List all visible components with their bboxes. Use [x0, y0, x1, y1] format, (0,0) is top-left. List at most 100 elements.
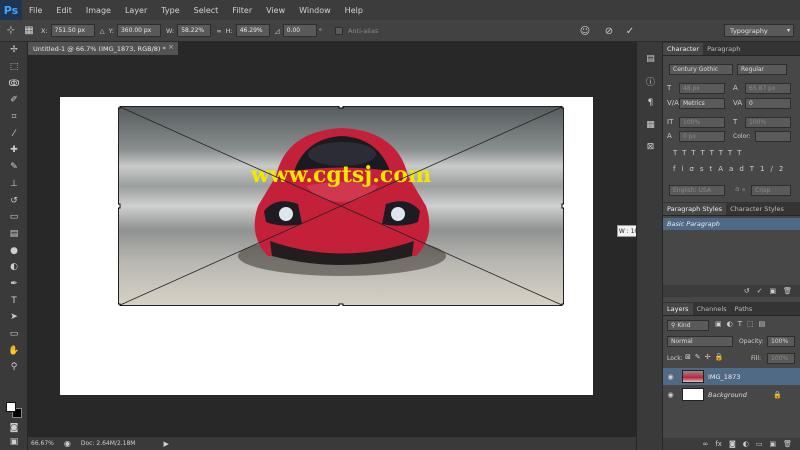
- baseline-shift-field[interactable]: 0 px: [679, 131, 725, 142]
- width-scale-field[interactable]: 58.22%: [177, 24, 212, 37]
- transform-tool-icon[interactable]: ⊹: [4, 24, 18, 38]
- tab-layers[interactable]: Layers: [663, 303, 693, 315]
- menu-file[interactable]: File: [22, 6, 49, 15]
- dodge-tool-icon[interactable]: ◐: [0, 259, 28, 276]
- lasso-tool-icon[interactable]: ↂ: [0, 75, 28, 92]
- brushes-panel-icon[interactable]: ▦: [637, 114, 664, 136]
- layer-filter-dropdown[interactable]: ⚲ Kind: [667, 320, 709, 331]
- new-layer-icon[interactable]: ▣: [769, 440, 776, 448]
- tab-character[interactable]: Character: [663, 43, 704, 55]
- menu-image[interactable]: Image: [79, 6, 118, 15]
- x-position-field[interactable]: 751.50 px: [50, 24, 95, 37]
- eye-icon[interactable]: ◉: [663, 373, 678, 381]
- eyedropper-tool-icon[interactable]: ⁄: [0, 125, 28, 142]
- menu-edit[interactable]: Edit: [49, 6, 79, 15]
- faux-style-buttons-icon[interactable]: TTTTTTTT: [673, 149, 746, 157]
- link-xy-icon[interactable]: △: [100, 27, 105, 35]
- path-select-tool-icon[interactable]: ➤: [0, 309, 28, 326]
- height-scale-field[interactable]: 46.29%: [235, 24, 270, 37]
- screen-mode-icon[interactable]: ▣: [0, 434, 28, 450]
- kerning-dropdown[interactable]: Metrics: [679, 98, 725, 109]
- canvas-area[interactable]: www.cgtsj.com W : 1073 px: [28, 55, 657, 436]
- healing-brush-tool-icon[interactable]: ✚: [0, 142, 28, 159]
- menu-window[interactable]: Window: [292, 6, 338, 15]
- info-panel-icon[interactable]: ⓘ: [637, 70, 664, 92]
- redefine-style-icon[interactable]: ✓: [757, 287, 763, 295]
- status-menu-arrow-icon[interactable]: ▶: [164, 440, 169, 448]
- tab-paragraph-styles[interactable]: Paragraph Styles: [663, 203, 727, 215]
- font-style-dropdown[interactable]: Regular: [737, 64, 787, 75]
- new-style-icon[interactable]: ▣: [769, 287, 776, 295]
- puppet-warp-icon[interactable]: ☺: [578, 24, 592, 38]
- menu-help[interactable]: Help: [338, 6, 370, 15]
- horizontal-scale-field[interactable]: 100%: [745, 117, 791, 128]
- tab-paragraph[interactable]: Paragraph: [703, 43, 744, 55]
- brush-tool-icon[interactable]: ✎: [0, 159, 28, 176]
- cancel-transform-icon[interactable]: ⊘: [602, 24, 616, 38]
- menu-filter[interactable]: Filter: [225, 6, 259, 15]
- eye-icon[interactable]: ◉: [663, 391, 678, 399]
- layer-row-background[interactable]: ◉ Background 🔒: [663, 386, 800, 403]
- link-wh-icon[interactable]: ∞: [216, 27, 221, 35]
- blur-tool-icon[interactable]: ●: [0, 242, 28, 259]
- layer-filter-type-icons[interactable]: ▣◐T⬚▤: [715, 320, 770, 328]
- text-color-swatch[interactable]: [755, 131, 791, 142]
- shape-tool-icon[interactable]: ▭: [0, 326, 28, 343]
- delete-style-icon[interactable]: 🗑: [783, 287, 792, 295]
- opacity-field[interactable]: 100%: [767, 336, 795, 347]
- tab-character-styles[interactable]: Character Styles: [726, 203, 788, 215]
- new-group-icon[interactable]: ▭: [756, 440, 763, 448]
- zoom-level[interactable]: 66.67%: [31, 440, 54, 447]
- gradient-tool-icon[interactable]: ▤: [0, 226, 28, 243]
- document-tab[interactable]: Untitled-1 @ 66.7% (IMG_1873, RGB/8) * ×: [28, 42, 178, 55]
- close-icon[interactable]: ×: [168, 43, 174, 51]
- opentype-buttons-icon[interactable]: fiσstAadT1/2: [673, 165, 789, 173]
- menu-type[interactable]: Type: [154, 6, 186, 15]
- link-layers-icon[interactable]: ∞: [703, 440, 709, 448]
- workspace-dropdown[interactable]: Typography ▾: [724, 24, 794, 37]
- transform-bounding-box[interactable]: [118, 106, 564, 306]
- layer-style-icon[interactable]: fx: [715, 440, 722, 448]
- foreground-color-swatch[interactable]: [6, 402, 16, 412]
- clone-source-panel-icon[interactable]: ⊠: [637, 136, 664, 158]
- lock-options-icons[interactable]: ⊠✎✢🔒: [685, 353, 727, 361]
- antialias-checkbox[interactable]: [334, 26, 343, 35]
- adjustment-layer-icon[interactable]: ◐: [743, 440, 749, 448]
- layer-name[interactable]: IMG_1873: [708, 373, 740, 381]
- tracking-dropdown[interactable]: 0: [745, 98, 791, 109]
- paragraph-panel-icon[interactable]: ¶: [637, 92, 664, 114]
- delete-layer-icon[interactable]: 🗑: [783, 440, 792, 448]
- tab-channels[interactable]: Channels: [693, 303, 731, 315]
- blend-mode-dropdown[interactable]: Normal: [667, 336, 733, 347]
- menu-select[interactable]: Select: [187, 6, 226, 15]
- quick-select-tool-icon[interactable]: ✐: [0, 92, 28, 109]
- eraser-tool-icon[interactable]: ▭: [0, 209, 28, 226]
- history-panel-icon[interactable]: ▤: [637, 48, 664, 70]
- pen-tool-icon[interactable]: ✒: [0, 276, 28, 293]
- antialias-dropdown[interactable]: Crisp: [751, 185, 791, 196]
- marquee-tool-icon[interactable]: ⬚: [0, 59, 28, 76]
- language-dropdown[interactable]: English: USA: [669, 185, 725, 196]
- reference-point-icon[interactable]: ▦: [22, 24, 36, 38]
- history-brush-tool-icon[interactable]: ↺: [0, 192, 28, 209]
- paragraph-style-item[interactable]: Basic Paragraph: [663, 218, 800, 230]
- type-tool-icon[interactable]: T: [0, 292, 28, 309]
- menu-layer[interactable]: Layer: [118, 6, 154, 15]
- commit-transform-icon[interactable]: ✓: [623, 24, 637, 38]
- status-info-icon[interactable]: ◉: [64, 439, 71, 448]
- fill-field[interactable]: 100%: [767, 353, 795, 364]
- y-position-field[interactable]: 360.00 px: [116, 24, 161, 37]
- layer-row-img1873[interactable]: ◉ IMG_1873: [663, 368, 800, 385]
- move-tool-icon[interactable]: ✢: [0, 42, 28, 59]
- menu-view[interactable]: View: [259, 6, 292, 15]
- leading-field[interactable]: 65.87 px: [745, 83, 791, 94]
- rotate-angle-field[interactable]: 0.00: [282, 24, 317, 37]
- layer-name[interactable]: Background: [708, 391, 747, 399]
- clone-stamp-tool-icon[interactable]: ⊥: [0, 176, 28, 193]
- font-family-dropdown[interactable]: Century Gothic: [669, 64, 733, 75]
- zoom-tool-icon[interactable]: ⚲: [0, 359, 28, 376]
- font-size-field[interactable]: 48 px: [679, 83, 725, 94]
- vertical-scale-field[interactable]: 100%: [679, 117, 725, 128]
- clear-override-icon[interactable]: ↺: [744, 287, 750, 295]
- hand-tool-icon[interactable]: ✋: [0, 342, 28, 359]
